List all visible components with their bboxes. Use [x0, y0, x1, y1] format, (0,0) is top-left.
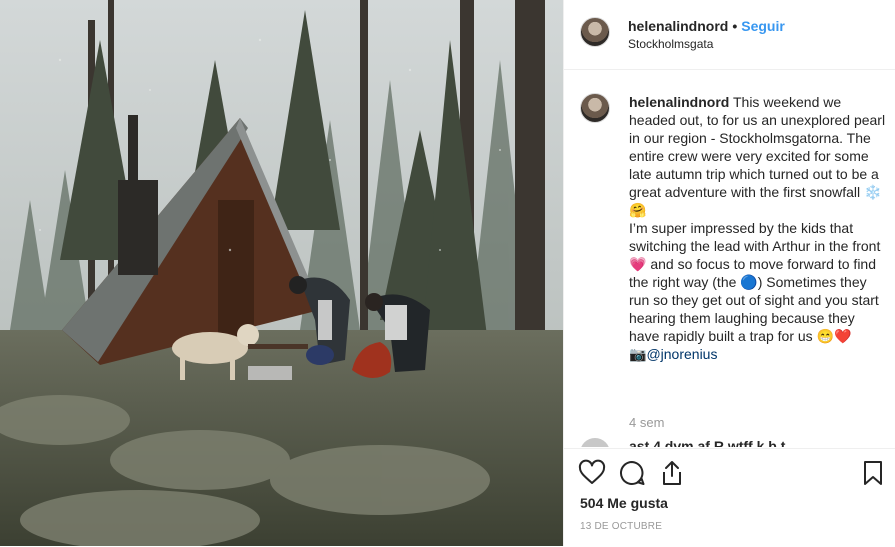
- post-photo[interactable]: [0, 0, 563, 546]
- post-sidebar: helenalindnord • Seguir Stockholmsgata hel…: [563, 0, 895, 546]
- share-upload-icon[interactable]: [658, 459, 686, 487]
- comment-text: ast.4.dvm.af.R.wtff.k.b.t: [629, 438, 786, 447]
- header-username[interactable]: helenalindnord: [628, 18, 728, 34]
- post-date: 13 DE OCTUBRE: [580, 521, 663, 532]
- caption-username[interactable]: helenalindnord: [629, 94, 729, 110]
- caption-text-block: helenalindnord This weekend we headed ou…: [629, 93, 887, 363]
- mention-link[interactable]: @jnorenius: [646, 346, 717, 362]
- separator-dot: •: [732, 18, 738, 34]
- caption-avatar[interactable]: [580, 93, 610, 123]
- forest-cabin-photo: [0, 0, 563, 546]
- instagram-post: helenalindnord • Seguir Stockholmsgata hel…: [0, 0, 895, 546]
- next-comment-cut: ast.4.dvm.af.R.wtff.k.b.t: [580, 438, 880, 447]
- heart-outline-icon[interactable]: [578, 459, 606, 487]
- comment-bubble-icon[interactable]: [618, 459, 646, 487]
- caption-time-ago[interactable]: 4 sem: [629, 415, 664, 430]
- location-link[interactable]: Stockholmsgata: [628, 37, 713, 51]
- caption-body: This weekend we headed out, to for us an…: [629, 94, 886, 362]
- comment-avatar[interactable]: [580, 438, 610, 447]
- likes-count[interactable]: 504 Me gusta: [580, 495, 668, 511]
- bookmark-outline-icon[interactable]: [859, 459, 887, 487]
- action-bar: 504 Me gusta 13 DE OCTUBRE: [564, 448, 895, 547]
- follow-button[interactable]: Seguir: [741, 18, 785, 34]
- header-user-line: helenalindnord • Seguir: [628, 18, 785, 34]
- avatar[interactable]: [580, 17, 610, 47]
- post-header: helenalindnord • Seguir Stockholmsgata: [564, 0, 895, 70]
